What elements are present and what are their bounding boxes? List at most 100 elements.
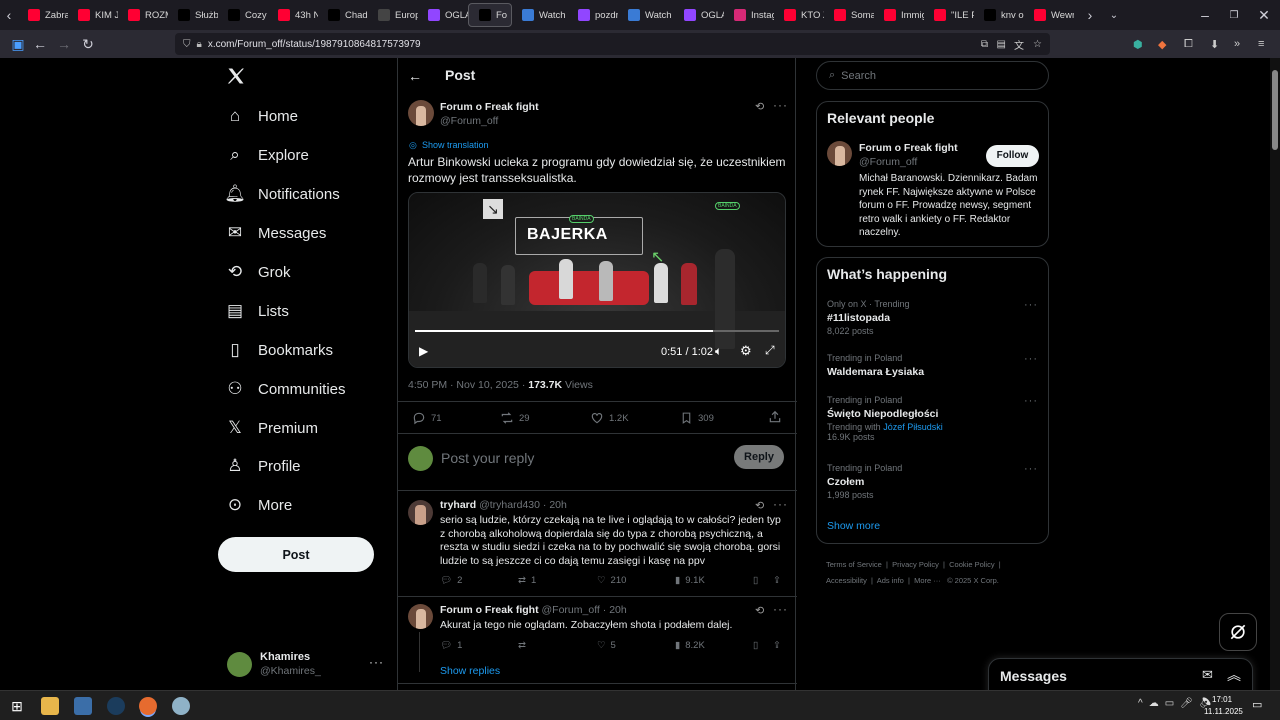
relevant-avatar[interactable] bbox=[827, 141, 852, 166]
follow-button[interactable]: Follow bbox=[986, 145, 1039, 167]
browser-tab[interactable]: OGLĄ bbox=[418, 0, 468, 30]
grok-icon[interactable]: ⟲ bbox=[755, 100, 764, 113]
back-icon[interactable]: ← bbox=[28, 36, 52, 52]
volume-icon[interactable]: 🔈︎ bbox=[715, 344, 722, 359]
footer-cookie[interactable]: Cookie Policy bbox=[949, 560, 994, 569]
reply-action[interactable]: 71 bbox=[412, 411, 442, 425]
reply-reply-action[interactable]: 💬︎ 2 bbox=[440, 575, 462, 586]
like-action[interactable]: 1.2K bbox=[590, 411, 629, 425]
post-more-icon[interactable]: ··· bbox=[773, 98, 788, 112]
reply-reply-action[interactable]: 💬︎ 1 bbox=[440, 640, 462, 651]
tab-scroll-left-icon[interactable]: ‹ bbox=[0, 7, 18, 23]
trend-more-icon[interactable]: ··· bbox=[1024, 395, 1038, 407]
footer-terms[interactable]: Terms of Service bbox=[826, 560, 882, 569]
account-name[interactable]: Khamires bbox=[260, 651, 310, 663]
reply-repost-action[interactable]: ⇄ bbox=[518, 640, 531, 651]
reader-view-icon[interactable]: ▤ bbox=[997, 39, 1006, 50]
settings-gear-icon[interactable]: ⚙ bbox=[740, 343, 752, 359]
extensions-icon[interactable]: ⧠ bbox=[1184, 38, 1193, 51]
reload-icon[interactable]: ↻ bbox=[76, 36, 100, 53]
reply-more-icon[interactable]: ··· bbox=[773, 497, 788, 511]
reply-views-action[interactable]: ▮ 8.2K bbox=[675, 640, 705, 651]
sidebar-toggle-icon[interactable]: ▣ bbox=[6, 36, 30, 53]
browser-tab[interactable]: Instag bbox=[724, 0, 774, 30]
bookmark-star-icon[interactable]: ☆ bbox=[1033, 39, 1042, 50]
tab-list-chevron-icon[interactable]: ⌄ bbox=[1102, 10, 1126, 21]
display-app-icon[interactable] bbox=[74, 697, 92, 715]
minimize-icon[interactable]: – bbox=[1193, 7, 1217, 23]
steam-icon[interactable] bbox=[107, 697, 125, 715]
show-replies-link[interactable]: Show replies bbox=[440, 665, 500, 677]
footer-accessibility[interactable]: Accessibility bbox=[826, 576, 867, 585]
browser-tab[interactable]: Służb bbox=[168, 0, 218, 30]
browser-tab[interactable]: KTO Z bbox=[774, 0, 824, 30]
nav-item-more[interactable]: ⊙ More bbox=[224, 490, 292, 520]
new-message-icon[interactable]: ✉ bbox=[1202, 667, 1213, 683]
notifications-icon[interactable]: ▭ bbox=[1252, 698, 1262, 711]
account-handle[interactable]: @Khamires_ bbox=[260, 665, 321, 677]
translate-icon[interactable]: 文 bbox=[1014, 37, 1024, 52]
tab-scroll-right-icon[interactable]: › bbox=[1078, 7, 1102, 23]
reply-like-action[interactable]: ♡ 210 bbox=[597, 575, 626, 586]
share-icon[interactable]: ⇪ bbox=[773, 575, 781, 586]
screenshot-icon[interactable]: ⧉ bbox=[981, 39, 988, 50]
browser-tab[interactable]: Chad bbox=[318, 0, 368, 30]
x-logo-icon[interactable] bbox=[226, 66, 246, 86]
search-input[interactable]: ⌕ Search bbox=[816, 61, 1049, 90]
trend-more-icon[interactable]: ··· bbox=[1024, 463, 1038, 475]
browser-tab[interactable]: "ILE P bbox=[924, 0, 974, 30]
reply-avatar[interactable] bbox=[408, 604, 433, 629]
nav-item-profile[interactable]: ♙ Profile bbox=[224, 451, 300, 481]
close-window-icon[interactable]: ✕ bbox=[1252, 7, 1276, 24]
show-more-link[interactable]: Show more bbox=[827, 520, 880, 532]
app-icon[interactable] bbox=[172, 697, 190, 715]
reply-author-name[interactable]: tryhard bbox=[440, 499, 476, 511]
bookmark-action[interactable]: 309 bbox=[680, 411, 714, 425]
nav-item-notifications[interactable]: 🔔︎ Notifications bbox=[224, 179, 340, 209]
nav-item-messages[interactable]: ✉ Messages bbox=[224, 218, 327, 248]
reply-time[interactable]: 20h bbox=[549, 499, 567, 511]
account-more-icon[interactable]: ··· bbox=[369, 655, 384, 669]
browser-tab[interactable]: pozdr bbox=[568, 0, 618, 30]
browser-tab[interactable]: 43h N bbox=[268, 0, 318, 30]
reply-time[interactable]: 20h bbox=[609, 604, 627, 616]
browser-tab[interactable]: KIM JI bbox=[68, 0, 118, 30]
nav-item-bookmarks[interactable]: ▯ Bookmarks bbox=[224, 335, 333, 365]
post-author-avatar[interactable] bbox=[408, 100, 434, 126]
nav-item-communities[interactable]: ⚇ Communities bbox=[224, 374, 345, 404]
vpn-extension-icon[interactable]: ⬢ bbox=[1133, 38, 1143, 51]
scrollbar-thumb[interactable] bbox=[1272, 70, 1278, 150]
clock-date[interactable]: 11.11.2025 bbox=[1204, 707, 1243, 716]
browser-tab[interactable]: knv o bbox=[974, 0, 1024, 30]
reply-like-action[interactable]: ♡ 5 bbox=[597, 640, 616, 651]
browser-tab[interactable]: OGLĄ bbox=[674, 0, 724, 30]
page-scrollbar[interactable] bbox=[1270, 58, 1280, 690]
relevant-name[interactable]: Forum o Freak fight bbox=[859, 142, 958, 154]
share-icon[interactable] bbox=[768, 410, 787, 424]
nav-item-lists[interactable]: ▤ Lists bbox=[224, 296, 289, 326]
account-avatar[interactable] bbox=[227, 652, 252, 677]
repost-action[interactable]: 29 bbox=[500, 411, 530, 425]
browser-tab[interactable]: Wewn bbox=[1024, 0, 1074, 30]
show-translation-link[interactable]: Show translation bbox=[422, 140, 489, 150]
clock-time[interactable]: 17:01 bbox=[1212, 695, 1232, 704]
reply-repost-action[interactable]: ⇄ 1 bbox=[518, 575, 536, 586]
browser-tab[interactable]: ROZM bbox=[118, 0, 168, 30]
browser-tab[interactable]: Fo✕ bbox=[468, 3, 512, 27]
url-text[interactable]: x.com/Forum_off/status/19879108648175739… bbox=[208, 39, 421, 50]
reply-button[interactable]: Reply bbox=[734, 445, 784, 469]
fullscreen-icon[interactable]: ⤢ bbox=[765, 343, 775, 358]
reply-author-handle[interactable]: @tryhard430 bbox=[479, 499, 540, 511]
trend-more-icon[interactable]: ··· bbox=[1024, 353, 1038, 365]
maximize-icon[interactable]: ❐ bbox=[1222, 10, 1246, 21]
nav-item-premium[interactable]: 𝕏 Premium bbox=[224, 413, 318, 443]
file-explorer-icon[interactable] bbox=[41, 697, 59, 715]
downloads-icon[interactable]: ⬇ bbox=[1210, 38, 1219, 51]
reply-input[interactable]: Post your reply bbox=[441, 450, 534, 466]
nav-item-home[interactable]: ⌂ Home bbox=[224, 101, 298, 131]
video-progress-bar[interactable] bbox=[415, 330, 779, 332]
browser-tab[interactable]: Europ bbox=[368, 0, 418, 30]
hamburger-menu-icon[interactable]: ≡ bbox=[1258, 38, 1264, 50]
back-arrow-icon[interactable]: ← bbox=[408, 68, 422, 84]
fox-extension-icon[interactable]: ◆ bbox=[1158, 38, 1166, 51]
